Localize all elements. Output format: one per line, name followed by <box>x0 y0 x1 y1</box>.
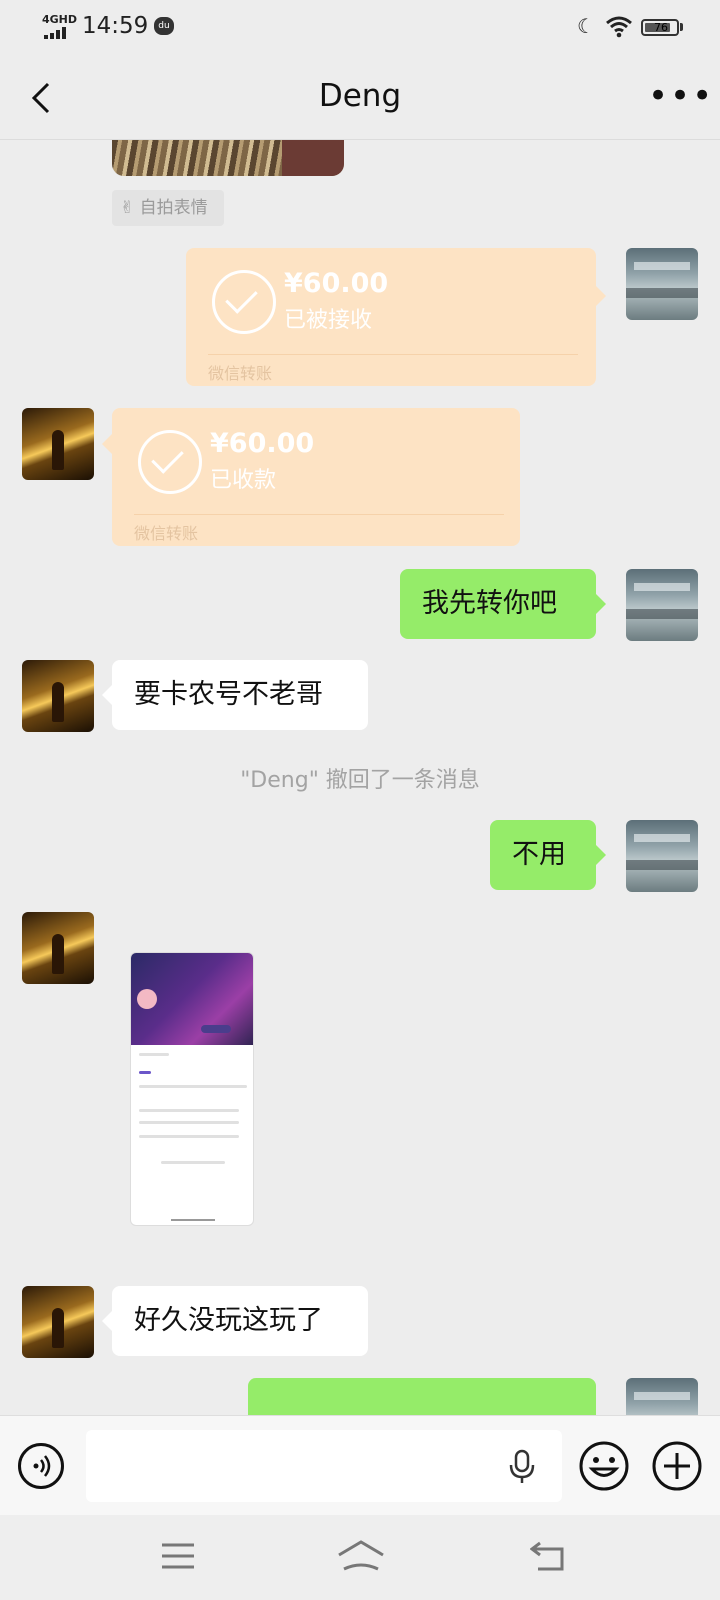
emoji-icon[interactable] <box>578 1440 630 1492</box>
network-type: 4GHD <box>42 13 78 26</box>
voice-icon[interactable] <box>18 1443 64 1489</box>
chat-header: Deng ••• <box>0 56 720 140</box>
message-bubble-partial[interactable] <box>248 1378 596 1415</box>
transfer-status: 已被接收 <box>284 308 373 333</box>
transfer-amount: ¥60.00 <box>210 428 315 459</box>
check-circle-icon <box>212 270 276 334</box>
more-options-icon[interactable]: ••• <box>648 76 714 116</box>
home-icon[interactable] <box>336 1539 386 1573</box>
plus-icon[interactable] <box>651 1440 703 1492</box>
contact-avatar[interactable] <box>22 1286 94 1358</box>
microphone-icon[interactable] <box>508 1449 536 1485</box>
chat-title: Deng <box>318 78 402 114</box>
signal-icon <box>44 27 74 39</box>
message-input[interactable] <box>86 1430 562 1502</box>
contact-avatar[interactable] <box>22 408 94 480</box>
transfer-footer: 微信转账 <box>208 364 273 383</box>
transfer-footer: 微信转账 <box>134 524 199 543</box>
my-avatar[interactable] <box>626 569 698 641</box>
selfie-sticker-tag[interactable]: ✌ 自拍表情 <box>112 190 224 226</box>
contact-avatar[interactable] <box>22 660 94 732</box>
my-avatar[interactable] <box>626 820 698 892</box>
input-bar <box>0 1415 720 1515</box>
message-list[interactable]: ✌ 自拍表情 ¥60.00 已被接收 微信转账 ¥60.00 已收款 微信转账 … <box>0 140 720 1415</box>
message-bubble[interactable]: 不用 <box>490 820 596 890</box>
message-bubble[interactable]: 要卡农号不老哥 <box>112 660 368 730</box>
transfer-sent-card[interactable]: ¥60.00 已被接收 微信转账 <box>186 248 596 386</box>
my-avatar[interactable] <box>626 248 698 320</box>
transfer-status: 已收款 <box>210 468 277 493</box>
menu-icon[interactable] <box>160 1541 196 1571</box>
transfer-amount: ¥60.00 <box>284 268 389 299</box>
notification-badge-icon: du <box>154 17 174 35</box>
my-avatar[interactable] <box>626 1378 698 1415</box>
wifi-icon <box>606 16 632 38</box>
check-circle-icon <box>138 430 202 494</box>
image-message[interactable] <box>130 952 254 1226</box>
message-bubble[interactable]: 好久没玩这玩了 <box>112 1286 368 1356</box>
do-not-disturb-icon: ☾ <box>577 14 595 38</box>
battery-icon: 76 <box>641 19 679 36</box>
battery-level: 76 <box>654 21 668 34</box>
recall-notice: "Deng" 撤回了一条消息 <box>240 768 480 793</box>
clock: 14:59 <box>82 13 149 39</box>
status-bar: 4GHD 14:59 du ☾ 76 <box>0 0 720 56</box>
return-icon[interactable] <box>530 1539 566 1573</box>
system-navigation-bar <box>0 1515 720 1600</box>
contact-avatar[interactable] <box>22 912 94 984</box>
hand-icon: ✌ <box>120 198 135 218</box>
transfer-received-card[interactable]: ¥60.00 已收款 微信转账 <box>112 408 520 546</box>
selfie-sticker-image[interactable] <box>112 140 344 176</box>
message-bubble[interactable]: 我先转你吧 <box>400 569 596 639</box>
